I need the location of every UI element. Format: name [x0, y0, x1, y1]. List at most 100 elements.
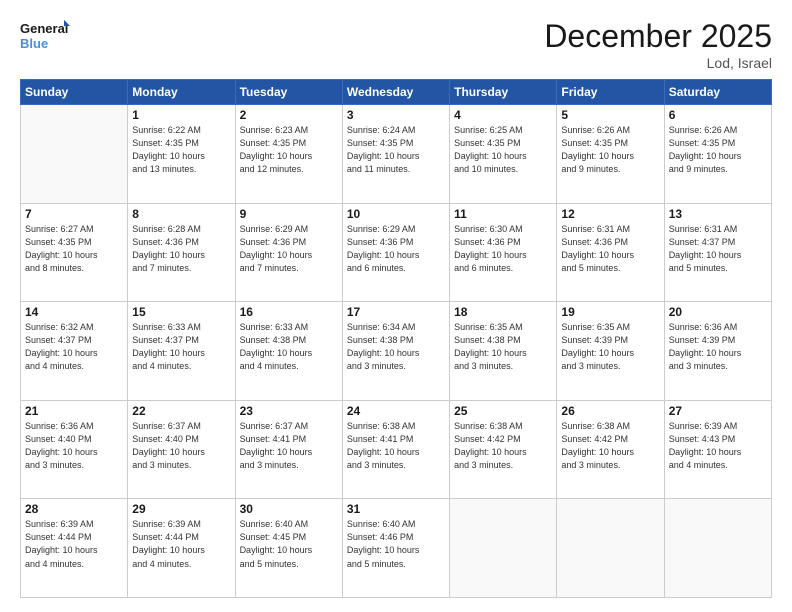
week-row-3: 14 Sunrise: 6:32 AM Sunset: 4:37 PM Dayli…: [21, 302, 772, 401]
day-number: 4: [454, 108, 552, 122]
day-info: Sunrise: 6:36 AM Sunset: 4:39 PM Dayligh…: [669, 321, 767, 373]
day-number: 17: [347, 305, 445, 319]
day-info: Sunrise: 6:40 AM Sunset: 4:46 PM Dayligh…: [347, 518, 445, 570]
day-cell: 14 Sunrise: 6:32 AM Sunset: 4:37 PM Dayli…: [21, 302, 128, 401]
day-number: 6: [669, 108, 767, 122]
col-header-tuesday: Tuesday: [235, 80, 342, 105]
day-cell: 27 Sunrise: 6:39 AM Sunset: 4:43 PM Dayli…: [664, 400, 771, 499]
col-header-saturday: Saturday: [664, 80, 771, 105]
day-cell: 1 Sunrise: 6:22 AM Sunset: 4:35 PM Daylig…: [128, 105, 235, 204]
day-info: Sunrise: 6:29 AM Sunset: 4:36 PM Dayligh…: [240, 223, 338, 275]
day-number: 26: [561, 404, 659, 418]
day-cell: [557, 499, 664, 598]
day-number: 31: [347, 502, 445, 516]
day-info: Sunrise: 6:39 AM Sunset: 4:44 PM Dayligh…: [132, 518, 230, 570]
day-cell: [450, 499, 557, 598]
day-info: Sunrise: 6:33 AM Sunset: 4:38 PM Dayligh…: [240, 321, 338, 373]
day-cell: 13 Sunrise: 6:31 AM Sunset: 4:37 PM Dayli…: [664, 203, 771, 302]
week-row-5: 28 Sunrise: 6:39 AM Sunset: 4:44 PM Dayli…: [21, 499, 772, 598]
day-cell: 5Sunrise: 6:26 AM Sunset: 4:35 PM Daylig…: [557, 105, 664, 204]
header: General Blue December 2025 Lod, Israel: [20, 18, 772, 71]
day-info: Sunrise: 6:23 AM Sunset: 4:35 PM Dayligh…: [240, 124, 338, 176]
day-info: Sunrise: 6:29 AM Sunset: 4:36 PM Dayligh…: [347, 223, 445, 275]
day-info: Sunrise: 6:28 AM Sunset: 4:36 PM Dayligh…: [132, 223, 230, 275]
day-cell: 26 Sunrise: 6:38 AM Sunset: 4:42 PM Dayli…: [557, 400, 664, 499]
day-cell: 24Sunrise: 6:38 AM Sunset: 4:41 PM Dayli…: [342, 400, 449, 499]
day-number: 2: [240, 108, 338, 122]
svg-text:Blue: Blue: [20, 36, 48, 51]
day-cell: 25 Sunrise: 6:38 AM Sunset: 4:42 PM Dayli…: [450, 400, 557, 499]
day-number: 20: [669, 305, 767, 319]
day-cell: 12Sunrise: 6:31 AM Sunset: 4:36 PM Dayli…: [557, 203, 664, 302]
page: General Blue December 2025 Lod, Israel S…: [0, 0, 792, 612]
day-number: 25: [454, 404, 552, 418]
week-row-1: 1 Sunrise: 6:22 AM Sunset: 4:35 PM Daylig…: [21, 105, 772, 204]
day-info: Sunrise: 6:26 AM Sunset: 4:35 PM Dayligh…: [669, 124, 767, 176]
logo-svg: General Blue: [20, 18, 70, 58]
day-info: Sunrise: 6:35 AM Sunset: 4:38 PM Dayligh…: [454, 321, 552, 373]
day-number: 29: [132, 502, 230, 516]
day-cell: 11 Sunrise: 6:30 AM Sunset: 4:36 PM Dayli…: [450, 203, 557, 302]
day-cell: 31 Sunrise: 6:40 AM Sunset: 4:46 PM Dayli…: [342, 499, 449, 598]
day-number: 19: [561, 305, 659, 319]
day-number: 11: [454, 207, 552, 221]
day-info: Sunrise: 6:35 AM Sunset: 4:39 PM Dayligh…: [561, 321, 659, 373]
day-info: Sunrise: 6:38 AM Sunset: 4:42 PM Dayligh…: [561, 420, 659, 472]
day-info: Sunrise: 6:27 AM Sunset: 4:35 PM Dayligh…: [25, 223, 123, 275]
day-info: Sunrise: 6:25 AM Sunset: 4:35 PM Dayligh…: [454, 124, 552, 176]
day-info: Sunrise: 6:37 AM Sunset: 4:41 PM Dayligh…: [240, 420, 338, 472]
day-cell: 2 Sunrise: 6:23 AM Sunset: 4:35 PM Daylig…: [235, 105, 342, 204]
day-info: Sunrise: 6:32 AM Sunset: 4:37 PM Dayligh…: [25, 321, 123, 373]
day-info: Sunrise: 6:39 AM Sunset: 4:43 PM Dayligh…: [669, 420, 767, 472]
day-cell: 19 Sunrise: 6:35 AM Sunset: 4:39 PM Dayli…: [557, 302, 664, 401]
day-info: Sunrise: 6:31 AM Sunset: 4:37 PM Dayligh…: [669, 223, 767, 275]
day-cell: 18 Sunrise: 6:35 AM Sunset: 4:38 PM Dayli…: [450, 302, 557, 401]
day-cell: 6 Sunrise: 6:26 AM Sunset: 4:35 PM Daylig…: [664, 105, 771, 204]
day-info: Sunrise: 6:38 AM Sunset: 4:42 PM Dayligh…: [454, 420, 552, 472]
day-info: Sunrise: 6:30 AM Sunset: 4:36 PM Dayligh…: [454, 223, 552, 275]
day-cell: 8Sunrise: 6:28 AM Sunset: 4:36 PM Daylig…: [128, 203, 235, 302]
calendar-header-row: SundayMondayTuesdayWednesdayThursdayFrid…: [21, 80, 772, 105]
day-cell: 23 Sunrise: 6:37 AM Sunset: 4:41 PM Dayli…: [235, 400, 342, 499]
location: Lod, Israel: [544, 55, 772, 71]
day-number: 28: [25, 502, 123, 516]
day-number: 14: [25, 305, 123, 319]
col-header-monday: Monday: [128, 80, 235, 105]
title-block: December 2025 Lod, Israel: [544, 18, 772, 71]
day-number: 1: [132, 108, 230, 122]
day-cell: 15Sunrise: 6:33 AM Sunset: 4:37 PM Dayli…: [128, 302, 235, 401]
day-cell: 22Sunrise: 6:37 AM Sunset: 4:40 PM Dayli…: [128, 400, 235, 499]
day-cell: 10Sunrise: 6:29 AM Sunset: 4:36 PM Dayli…: [342, 203, 449, 302]
day-info: Sunrise: 6:34 AM Sunset: 4:38 PM Dayligh…: [347, 321, 445, 373]
day-info: Sunrise: 6:22 AM Sunset: 4:35 PM Dayligh…: [132, 124, 230, 176]
day-cell: [664, 499, 771, 598]
day-number: 15: [132, 305, 230, 319]
svg-text:General: General: [20, 21, 68, 36]
day-cell: 28Sunrise: 6:39 AM Sunset: 4:44 PM Dayli…: [21, 499, 128, 598]
week-row-4: 21Sunrise: 6:36 AM Sunset: 4:40 PM Dayli…: [21, 400, 772, 499]
day-cell: [21, 105, 128, 204]
day-number: 3: [347, 108, 445, 122]
day-info: Sunrise: 6:31 AM Sunset: 4:36 PM Dayligh…: [561, 223, 659, 275]
day-cell: 17 Sunrise: 6:34 AM Sunset: 4:38 PM Dayli…: [342, 302, 449, 401]
month-title: December 2025: [544, 18, 772, 55]
day-number: 16: [240, 305, 338, 319]
col-header-friday: Friday: [557, 80, 664, 105]
day-number: 5: [561, 108, 659, 122]
day-cell: 4 Sunrise: 6:25 AM Sunset: 4:35 PM Daylig…: [450, 105, 557, 204]
day-cell: 29 Sunrise: 6:39 AM Sunset: 4:44 PM Dayli…: [128, 499, 235, 598]
calendar-table: SundayMondayTuesdayWednesdayThursdayFrid…: [20, 79, 772, 598]
day-number: 23: [240, 404, 338, 418]
day-number: 13: [669, 207, 767, 221]
day-number: 18: [454, 305, 552, 319]
week-row-2: 7Sunrise: 6:27 AM Sunset: 4:35 PM Daylig…: [21, 203, 772, 302]
day-cell: 9Sunrise: 6:29 AM Sunset: 4:36 PM Daylig…: [235, 203, 342, 302]
logo: General Blue: [20, 18, 70, 58]
day-info: Sunrise: 6:37 AM Sunset: 4:40 PM Dayligh…: [132, 420, 230, 472]
day-info: Sunrise: 6:38 AM Sunset: 4:41 PM Dayligh…: [347, 420, 445, 472]
day-number: 21: [25, 404, 123, 418]
day-number: 27: [669, 404, 767, 418]
day-number: 30: [240, 502, 338, 516]
day-info: Sunrise: 6:40 AM Sunset: 4:45 PM Dayligh…: [240, 518, 338, 570]
day-cell: 16 Sunrise: 6:33 AM Sunset: 4:38 PM Dayli…: [235, 302, 342, 401]
